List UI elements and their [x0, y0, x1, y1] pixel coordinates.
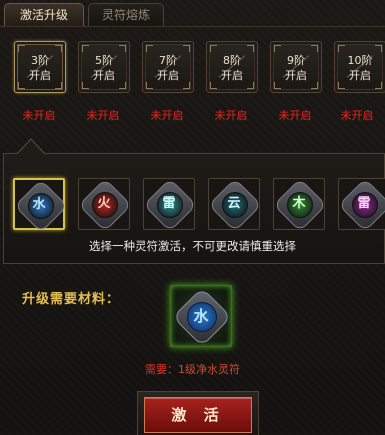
rune-fire[interactable]: 火	[78, 178, 132, 232]
slot-corner	[82, 45, 89, 52]
stage-level: 7阶	[159, 54, 177, 67]
slot-corner	[274, 82, 281, 89]
rune-glyph: 云	[227, 196, 241, 211]
slot-corner	[119, 82, 126, 89]
material-slot[interactable]: 水	[170, 285, 232, 347]
slot-corner	[247, 45, 254, 52]
slot-corner	[210, 45, 217, 52]
slot-corner	[18, 82, 25, 89]
stage-slot-1[interactable]: 3阶 开启	[14, 41, 66, 93]
pointer-arrow-fill	[17, 140, 45, 155]
rune-glyph: 雷	[162, 196, 176, 211]
stage-slot-2[interactable]: 5阶 开启	[78, 41, 130, 93]
stage-state: 开启	[93, 69, 115, 82]
button-frame: 激 活	[137, 391, 259, 435]
tab-activate-upgrade[interactable]: 激活升级	[4, 3, 84, 26]
stage-status: 未开启	[150, 109, 184, 122]
slot-corner	[18, 45, 25, 52]
stage-status: 未开启	[340, 109, 374, 122]
requirement-value: 1级净水灵符	[178, 363, 240, 376]
requirement-key: 需要：	[145, 363, 178, 376]
stage-level: 10阶	[347, 54, 373, 67]
rune-cloud[interactable]: 云	[208, 178, 262, 232]
stage-slot-4[interactable]: 8阶 开启	[206, 41, 258, 93]
stage-state: 开启	[29, 69, 51, 82]
stage-level: 9阶	[287, 54, 305, 67]
slot-corner	[183, 45, 190, 52]
rune-glyph: 水	[32, 197, 46, 212]
slot-corner	[55, 45, 62, 52]
rune-glyph: 雷	[357, 196, 371, 211]
slot-corner	[82, 82, 89, 89]
slot-corner	[311, 82, 318, 89]
stage-state: 开启	[349, 69, 371, 82]
selection-hint: 选择一种灵符激活，不可更改请慎重选择	[89, 239, 296, 253]
rune-thunder[interactable]: 雷	[143, 178, 197, 232]
slot-corner	[375, 45, 382, 52]
material-requirement: 需要：1级净水灵符	[0, 361, 385, 377]
slot-corner	[338, 82, 345, 89]
stage-slot-5[interactable]: 9阶 开启	[270, 41, 322, 93]
stage-status: 未开启	[22, 109, 56, 122]
stage-level: 5阶	[95, 54, 113, 67]
slot-corner	[183, 82, 190, 89]
stage-slot-3[interactable]: 7阶 开启	[142, 41, 194, 93]
tab-bar: 激活升级 灵符熔炼	[0, 0, 385, 27]
stage-status: 未开启	[278, 109, 312, 122]
slot-corner	[210, 82, 217, 89]
stage-status: 未开启	[214, 109, 248, 122]
tab-rune-smelting[interactable]: 灵符熔炼	[88, 3, 164, 26]
stage-state: 开启	[285, 69, 307, 82]
stage-level: 3阶	[31, 54, 49, 67]
slot-corner	[146, 45, 153, 52]
stage-state: 开启	[221, 69, 243, 82]
slot-corner	[338, 45, 345, 52]
rune-wood[interactable]: 木	[273, 178, 327, 232]
rune-purple[interactable]: 雷	[338, 178, 385, 232]
slot-corner	[119, 45, 126, 52]
slot-corner	[274, 45, 281, 52]
rune-glyph: 木	[292, 196, 306, 211]
stage-status: 未开启	[86, 109, 120, 122]
material-glyph: 水	[193, 307, 209, 325]
activate-button[interactable]: 激 活	[144, 397, 252, 433]
slot-corner	[311, 45, 318, 52]
rune-glyph: 火	[97, 196, 111, 211]
materials-label: 升级需要材料：	[22, 292, 121, 307]
slot-corner	[247, 82, 254, 89]
slot-corner	[55, 82, 62, 89]
stage-state: 开启	[157, 69, 179, 82]
rune-water[interactable]: 水	[13, 178, 68, 233]
slot-corner	[146, 82, 153, 89]
stage-slot-6[interactable]: 10阶 开启	[334, 41, 385, 93]
stage-level: 8阶	[223, 54, 241, 67]
rune-panel: 激活升级 灵符熔炼 3阶 开启 5阶 开启 7阶 开启 8阶 开启 9阶 开启	[0, 0, 385, 435]
slot-corner	[375, 82, 382, 89]
